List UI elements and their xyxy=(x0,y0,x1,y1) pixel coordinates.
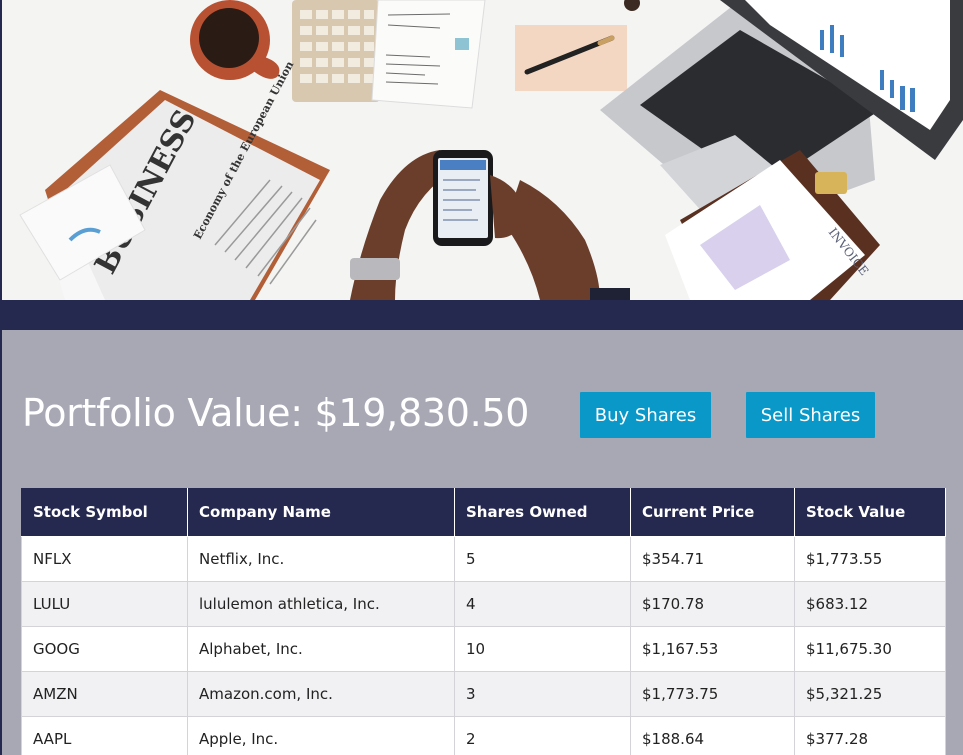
cell-value: $683.12 xyxy=(794,580,946,627)
table-row[interactable]: AAPL Apple, Inc. 2 $188.64 $377.28 xyxy=(21,715,946,755)
portfolio-value-heading: Portfolio Value: $19,830.50 xyxy=(22,391,530,435)
window-left-border xyxy=(0,0,2,755)
cell-shares: 5 xyxy=(454,535,631,582)
cell-price: $170.78 xyxy=(630,580,795,627)
buy-shares-button[interactable]: Buy Shares xyxy=(580,392,711,438)
table-row[interactable]: LULU lululemon athletica, Inc. 4 $170.78… xyxy=(21,580,946,627)
sell-shares-button[interactable]: Sell Shares xyxy=(746,392,875,438)
cell-shares: 3 xyxy=(454,670,631,717)
table-row[interactable]: GOOG Alphabet, Inc. 10 $1,167.53 $11,675… xyxy=(21,625,946,672)
calculator xyxy=(292,0,380,102)
cell-company: lululemon athletica, Inc. xyxy=(187,580,455,627)
cell-value: $1,773.55 xyxy=(794,535,946,582)
cell-shares: 10 xyxy=(454,625,631,672)
hero-image: INVOICE BUSINESS Economy of the European… xyxy=(0,0,963,300)
header-company-name[interactable]: Company Name xyxy=(187,488,455,537)
header-current-price[interactable]: Current Price xyxy=(630,488,795,537)
table-row[interactable]: NFLX Netflix, Inc. 5 $354.71 $1,773.55 xyxy=(21,535,946,582)
cell-value: $5,321.25 xyxy=(794,670,946,717)
cell-company: Apple, Inc. xyxy=(187,715,455,755)
cell-shares: 2 xyxy=(454,715,631,755)
header-stock-symbol[interactable]: Stock Symbol xyxy=(21,488,188,537)
cell-price: $1,773.75 xyxy=(630,670,795,717)
top-navbar xyxy=(0,300,963,330)
notes-paper xyxy=(371,0,486,109)
cell-value: $377.28 xyxy=(794,715,946,755)
cell-company: Amazon.com, Inc. xyxy=(187,670,455,717)
cell-symbol: GOOG xyxy=(21,625,188,672)
cell-symbol: NFLX xyxy=(21,535,188,582)
header-stock-value[interactable]: Stock Value xyxy=(794,488,946,537)
table-row[interactable]: AMZN Amazon.com, Inc. 3 $1,773.75 $5,321… xyxy=(21,670,946,717)
cell-symbol: LULU xyxy=(21,580,188,627)
cell-symbol: AMZN xyxy=(21,670,188,717)
cell-shares: 4 xyxy=(454,580,631,627)
cell-company: Netflix, Inc. xyxy=(187,535,455,582)
holdings-table: Stock Symbol Company Name Shares Owned C… xyxy=(21,488,946,755)
cell-company: Alphabet, Inc. xyxy=(187,625,455,672)
cell-price: $188.64 xyxy=(630,715,795,755)
cell-symbol: AAPL xyxy=(21,715,188,755)
cell-price: $1,167.53 xyxy=(630,625,795,672)
table-header-row: Stock Symbol Company Name Shares Owned C… xyxy=(21,488,946,537)
notebook-with-pen xyxy=(515,25,627,91)
cell-price: $354.71 xyxy=(630,535,795,582)
header-shares-owned[interactable]: Shares Owned xyxy=(454,488,631,537)
cell-value: $11,675.30 xyxy=(794,625,946,672)
